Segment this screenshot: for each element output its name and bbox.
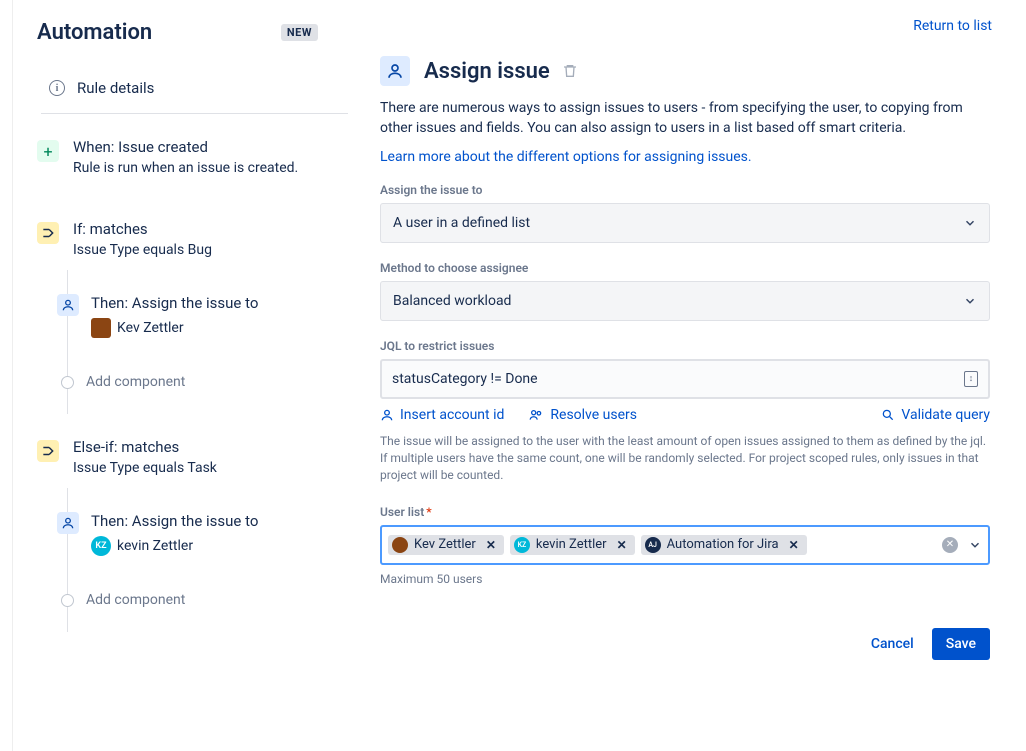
jql-helper-text: The issue will be assigned to the user w…	[380, 433, 990, 485]
then-assignee-2: KZ kevin Zettler	[91, 536, 258, 556]
insert-account-id-link[interactable]: Insert account id	[380, 407, 504, 423]
panel-title: Assign issue	[424, 59, 550, 84]
jql-label: JQL to restrict issues	[380, 339, 990, 353]
learn-more-link[interactable]: Learn more about the different options f…	[380, 149, 990, 165]
assign-icon	[57, 294, 79, 316]
sidebar: Automation NEW i Rule details + When: Is…	[12, 0, 360, 751]
branch-icon	[37, 440, 59, 462]
if-sub: Issue Type equals Bug	[73, 242, 212, 258]
chevron-down-icon	[963, 216, 977, 230]
then-body-2: Then: Assign the issue to KZ kevin Zettl…	[91, 512, 258, 556]
add-component-label-2: Add component	[86, 592, 185, 608]
chevron-down-icon	[963, 294, 977, 308]
avatar	[392, 537, 408, 553]
then-title-2: Then: Assign the issue to	[91, 512, 258, 530]
info-icon: i	[49, 80, 65, 96]
resolve-users-label: Resolve users	[550, 407, 637, 423]
save-button[interactable]: Save	[932, 628, 990, 660]
if-step[interactable]: If: matches Issue Type equals Bug	[37, 214, 348, 264]
then-title-1: Then: Assign the issue to	[91, 294, 258, 312]
chevron-down-icon[interactable]	[968, 538, 982, 552]
insert-account-id-label: Insert account id	[400, 407, 504, 423]
then-step-1[interactable]: Then: Assign the issue to Kev Zettler	[57, 294, 348, 338]
rule-details-label: Rule details	[77, 79, 154, 97]
jql-input[interactable]: statusCategory != Done ↕	[380, 359, 990, 399]
then-step-2[interactable]: Then: Assign the issue to KZ kevin Zettl…	[57, 512, 348, 556]
add-dot-icon	[61, 376, 74, 389]
trigger-sub: Rule is run when an issue is created.	[73, 160, 298, 176]
trash-icon[interactable]	[562, 63, 578, 79]
avatar: AJ	[645, 537, 661, 553]
user-list-input[interactable]: Kev Zettler ✕ KZ kevin Zettler ✕ AJ Auto…	[380, 525, 990, 565]
rule-details-link[interactable]: i Rule details	[41, 73, 348, 114]
avatar	[91, 318, 111, 338]
elseif-title: Else-if: matches	[73, 438, 217, 456]
avatar: KZ	[91, 536, 111, 556]
assign-to-select[interactable]: A user in a defined list	[380, 203, 990, 243]
trigger-step[interactable]: + When: Issue created Rule is run when a…	[37, 132, 348, 182]
clear-all-icon[interactable]: ✕	[942, 537, 958, 553]
method-label: Method to choose assignee	[380, 261, 990, 275]
jql-value: statusCategory != Done	[392, 371, 538, 387]
assign-to-value: A user in a defined list	[393, 215, 530, 231]
elseif-body: Else-if: matches Issue Type equals Task	[73, 438, 217, 476]
user-chip[interactable]: Kev Zettler ✕	[388, 535, 504, 555]
add-component-label-1: Add component	[86, 374, 185, 390]
method-select[interactable]: Balanced workload	[380, 281, 990, 321]
user-list-hint: Maximum 50 users	[380, 571, 990, 588]
footer-buttons: Cancel Save	[380, 628, 990, 660]
resolve-users-link[interactable]: Resolve users	[528, 407, 637, 423]
panel-header: Assign issue	[380, 56, 990, 86]
elseif-sub: Issue Type equals Task	[73, 460, 217, 476]
validate-query-link[interactable]: Validate query	[881, 407, 990, 423]
elseif-step[interactable]: Else-if: matches Issue Type equals Task	[37, 432, 348, 482]
new-badge: NEW	[281, 24, 318, 41]
user-chip-name: Automation for Jira	[667, 537, 779, 552]
trigger-body: When: Issue created Rule is run when an …	[73, 138, 298, 176]
add-dot-icon	[61, 594, 74, 607]
user-chip-name: Kev Zettler	[414, 537, 476, 552]
sidebar-header: Automation NEW	[37, 20, 348, 45]
assignee-name-1: Kev Zettler	[117, 320, 184, 336]
assign-to-label: Assign the issue to	[380, 183, 990, 197]
add-component-2[interactable]: Add component	[61, 592, 348, 608]
assignee-name-2: kevin Zettler	[117, 538, 193, 554]
user-chip[interactable]: AJ Automation for Jira ✕	[641, 535, 807, 555]
assign-icon	[380, 56, 410, 86]
main-panel: Return to list Assign issue There are nu…	[360, 0, 1026, 751]
remove-icon[interactable]: ✕	[482, 538, 500, 552]
remove-icon[interactable]: ✕	[785, 538, 803, 552]
trigger-title: When: Issue created	[73, 138, 298, 156]
branch-icon	[37, 222, 59, 244]
plus-icon: +	[37, 140, 59, 162]
jql-syntax-icon: ↕	[964, 371, 978, 387]
cancel-button[interactable]: Cancel	[859, 628, 926, 660]
user-chip[interactable]: KZ kevin Zettler ✕	[510, 535, 635, 555]
then-assignee-1: Kev Zettler	[91, 318, 258, 338]
user-chip-name: kevin Zettler	[536, 537, 607, 552]
user-list-label-text: User list	[380, 505, 424, 519]
method-value: Balanced workload	[393, 293, 511, 309]
then-body-1: Then: Assign the issue to Kev Zettler	[91, 294, 258, 338]
return-to-list-link[interactable]: Return to list	[913, 18, 992, 34]
if-body: If: matches Issue Type equals Bug	[73, 220, 212, 258]
page-title: Automation	[37, 20, 152, 45]
if-title: If: matches	[73, 220, 212, 238]
elseif-children: Then: Assign the issue to KZ kevin Zettl…	[67, 488, 348, 632]
user-list-label: User list*	[380, 505, 990, 519]
add-component-1[interactable]: Add component	[61, 374, 348, 390]
panel-description: There are numerous ways to assign issues…	[380, 98, 990, 139]
jql-link-row: Insert account id Resolve users Validate…	[380, 407, 990, 423]
avatar: KZ	[514, 537, 530, 553]
remove-icon[interactable]: ✕	[613, 538, 631, 552]
user-list-actions: ✕	[942, 537, 982, 553]
validate-query-label: Validate query	[901, 407, 990, 423]
if-children: Then: Assign the issue to Kev Zettler Ad…	[67, 270, 348, 414]
assign-icon	[57, 512, 79, 534]
